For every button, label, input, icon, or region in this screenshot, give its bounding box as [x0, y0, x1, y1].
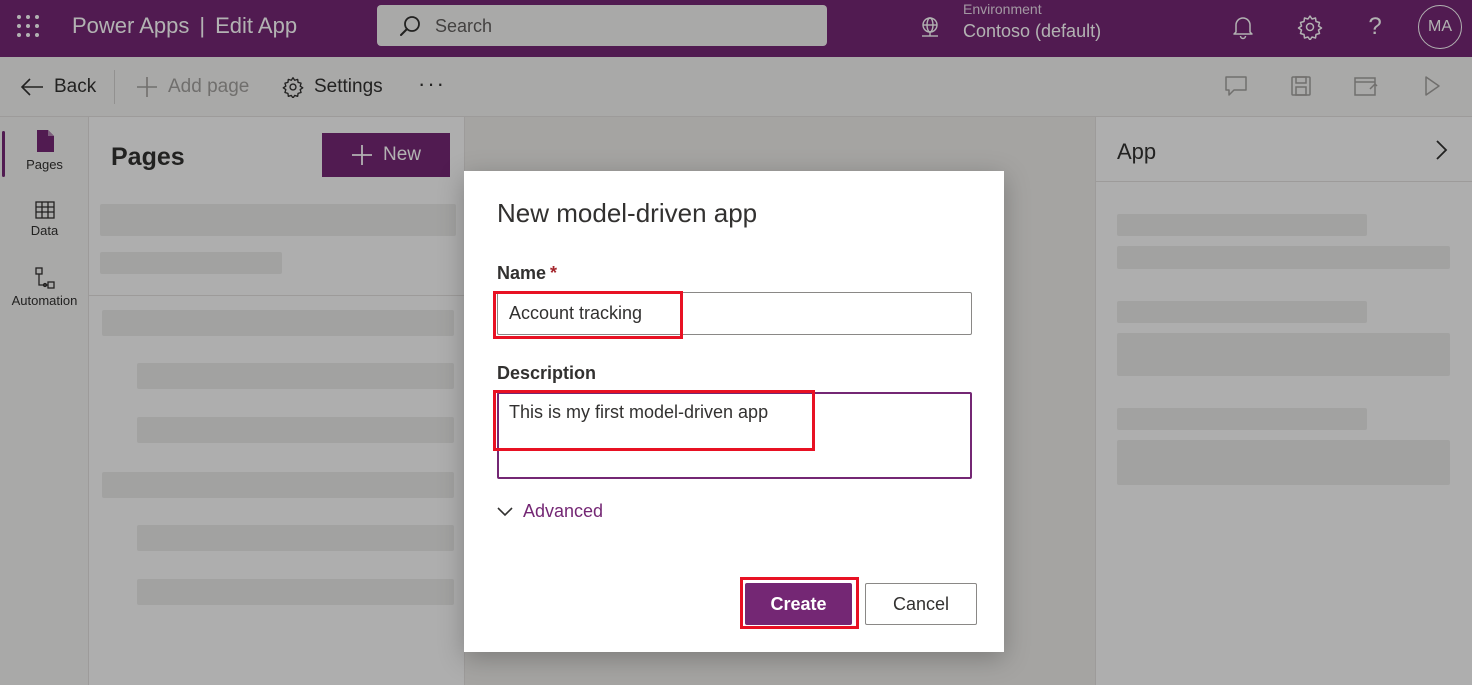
new-app-dialog: New model-driven app Name* Description T…: [464, 171, 1004, 652]
dialog-title: New model-driven app: [497, 198, 758, 228]
create-button[interactable]: Create: [745, 583, 852, 625]
name-field[interactable]: [497, 292, 972, 335]
required-marker: *: [550, 263, 558, 283]
chevron-down-icon: [497, 506, 513, 516]
description-label: Description: [497, 363, 597, 383]
name-label-text: Name: [497, 263, 547, 283]
name-label: Name *: [497, 263, 557, 284]
cancel-button[interactable]: Cancel: [865, 583, 977, 625]
description-field[interactable]: This is my first model-driven app: [497, 392, 972, 479]
advanced-toggle[interactable]: Advanced: [497, 501, 603, 522]
advanced-label: Advanced: [523, 501, 604, 521]
